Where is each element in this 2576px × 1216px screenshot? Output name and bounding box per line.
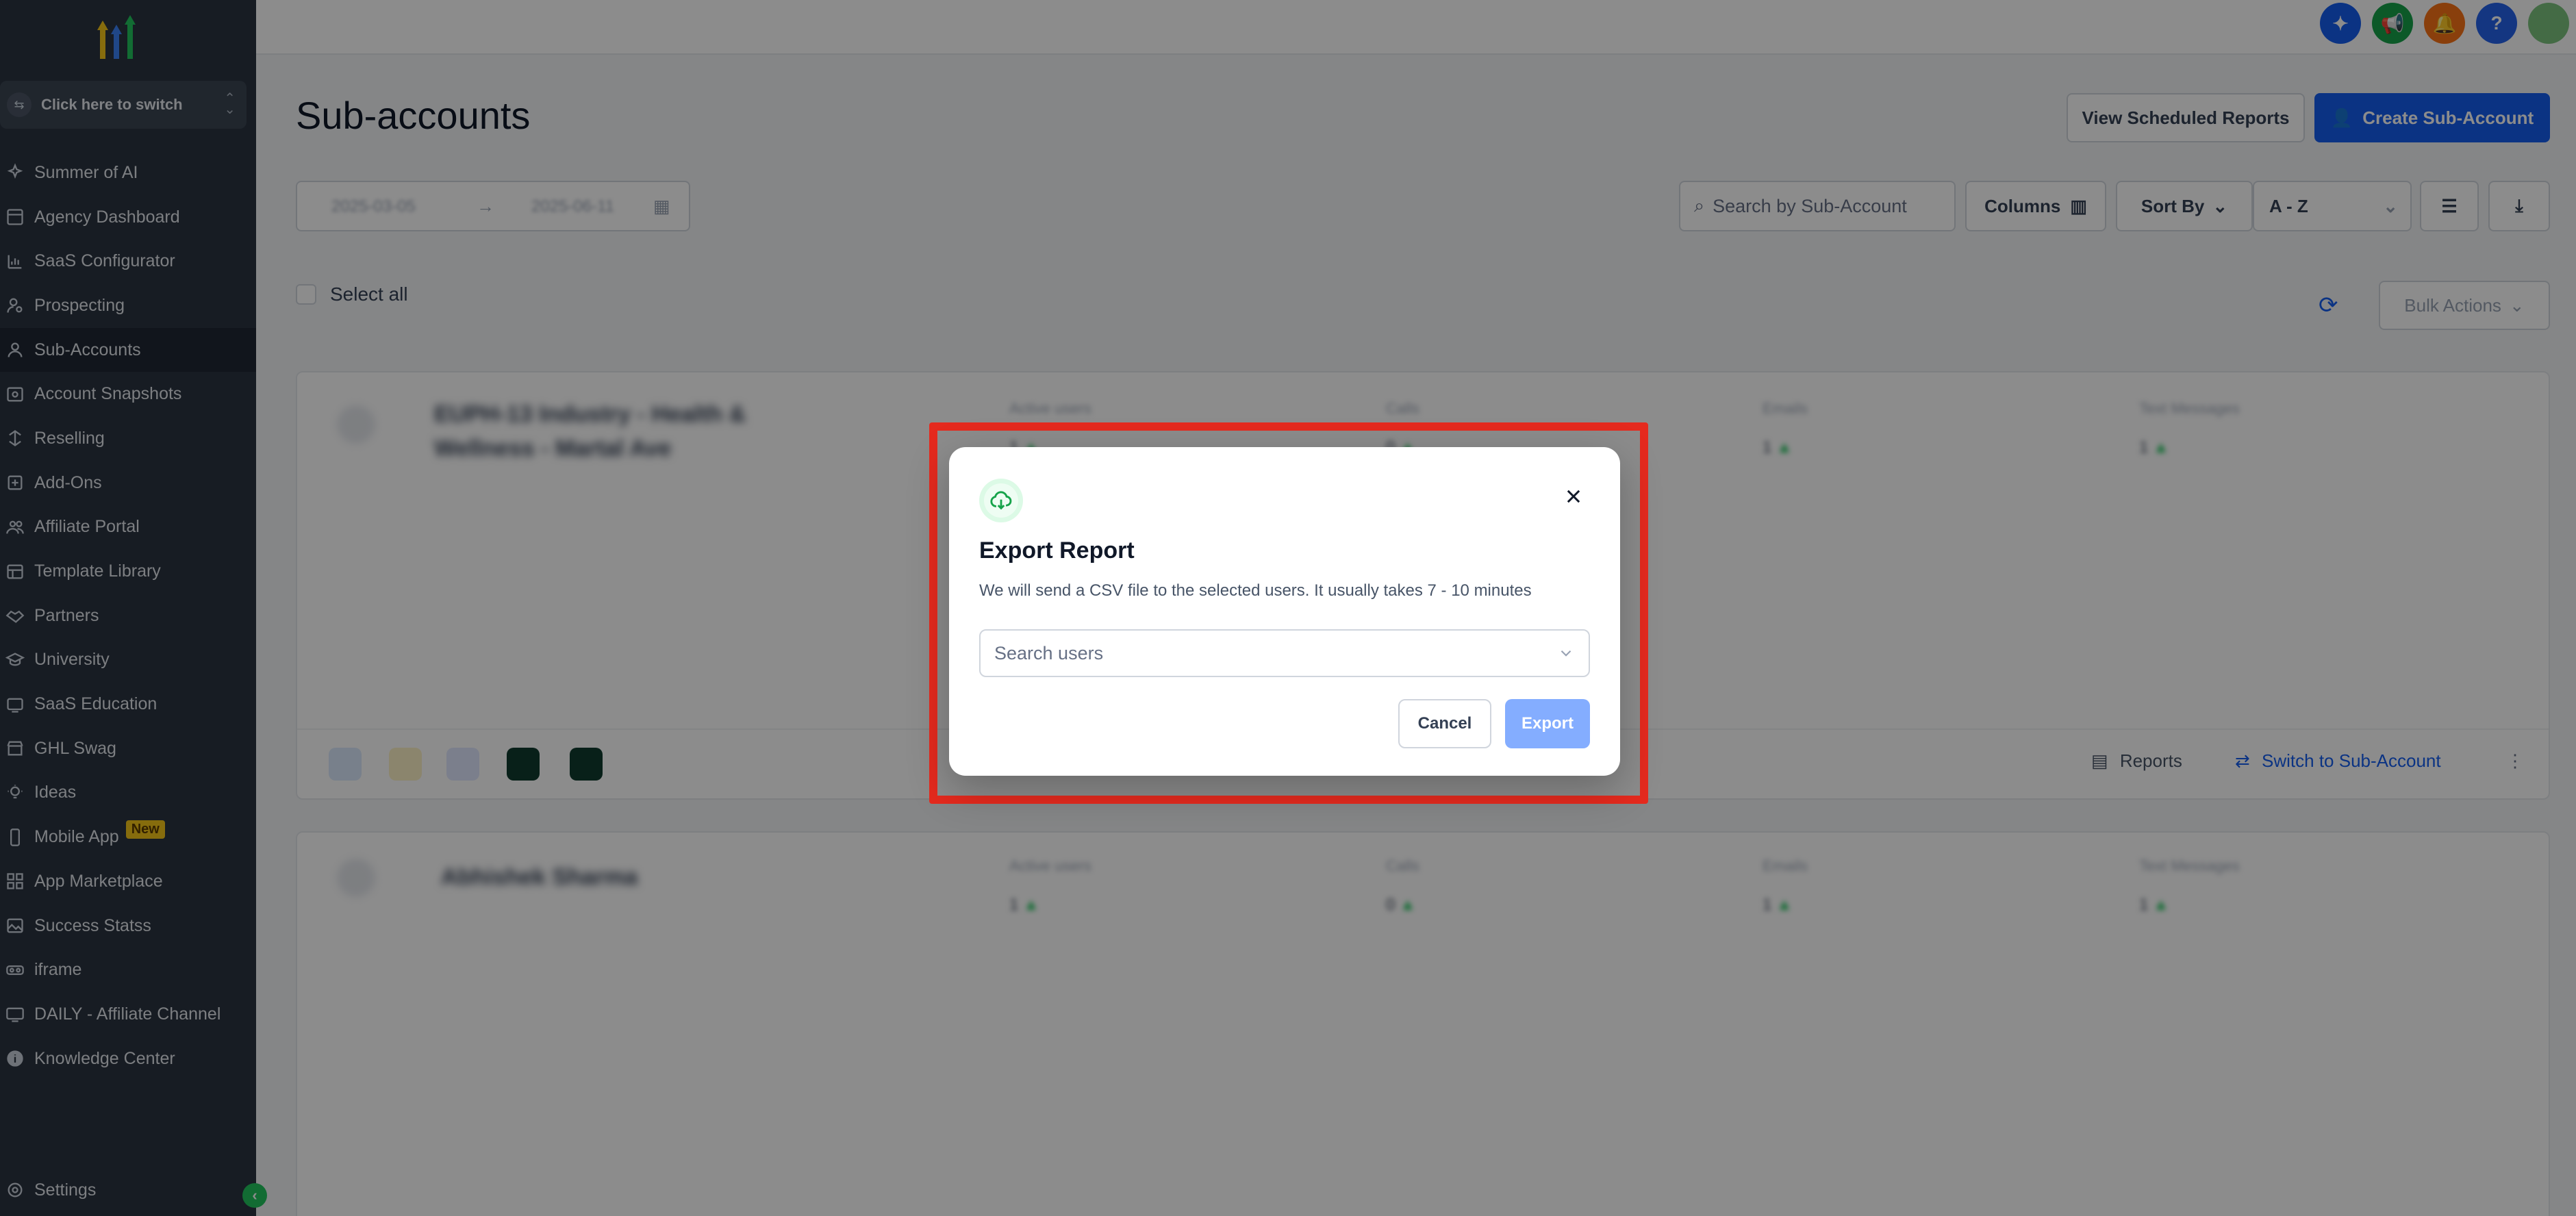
close-button[interactable] — [1560, 483, 1587, 510]
cloud-download-icon — [979, 479, 1023, 522]
search-users-select[interactable]: Search users — [979, 629, 1590, 677]
cancel-button[interactable]: Cancel — [1398, 699, 1491, 748]
export-button[interactable]: Export — [1505, 699, 1590, 748]
modal-description: We will send a CSV file to the selected … — [979, 581, 1532, 600]
close-icon — [1567, 490, 1580, 503]
chevron-down-icon — [1561, 650, 1571, 657]
modal-title: Export Report — [979, 537, 1135, 563]
search-users-placeholder: Search users — [994, 642, 1104, 663]
export-report-modal: Export Report We will send a CSV file to… — [949, 447, 1620, 776]
